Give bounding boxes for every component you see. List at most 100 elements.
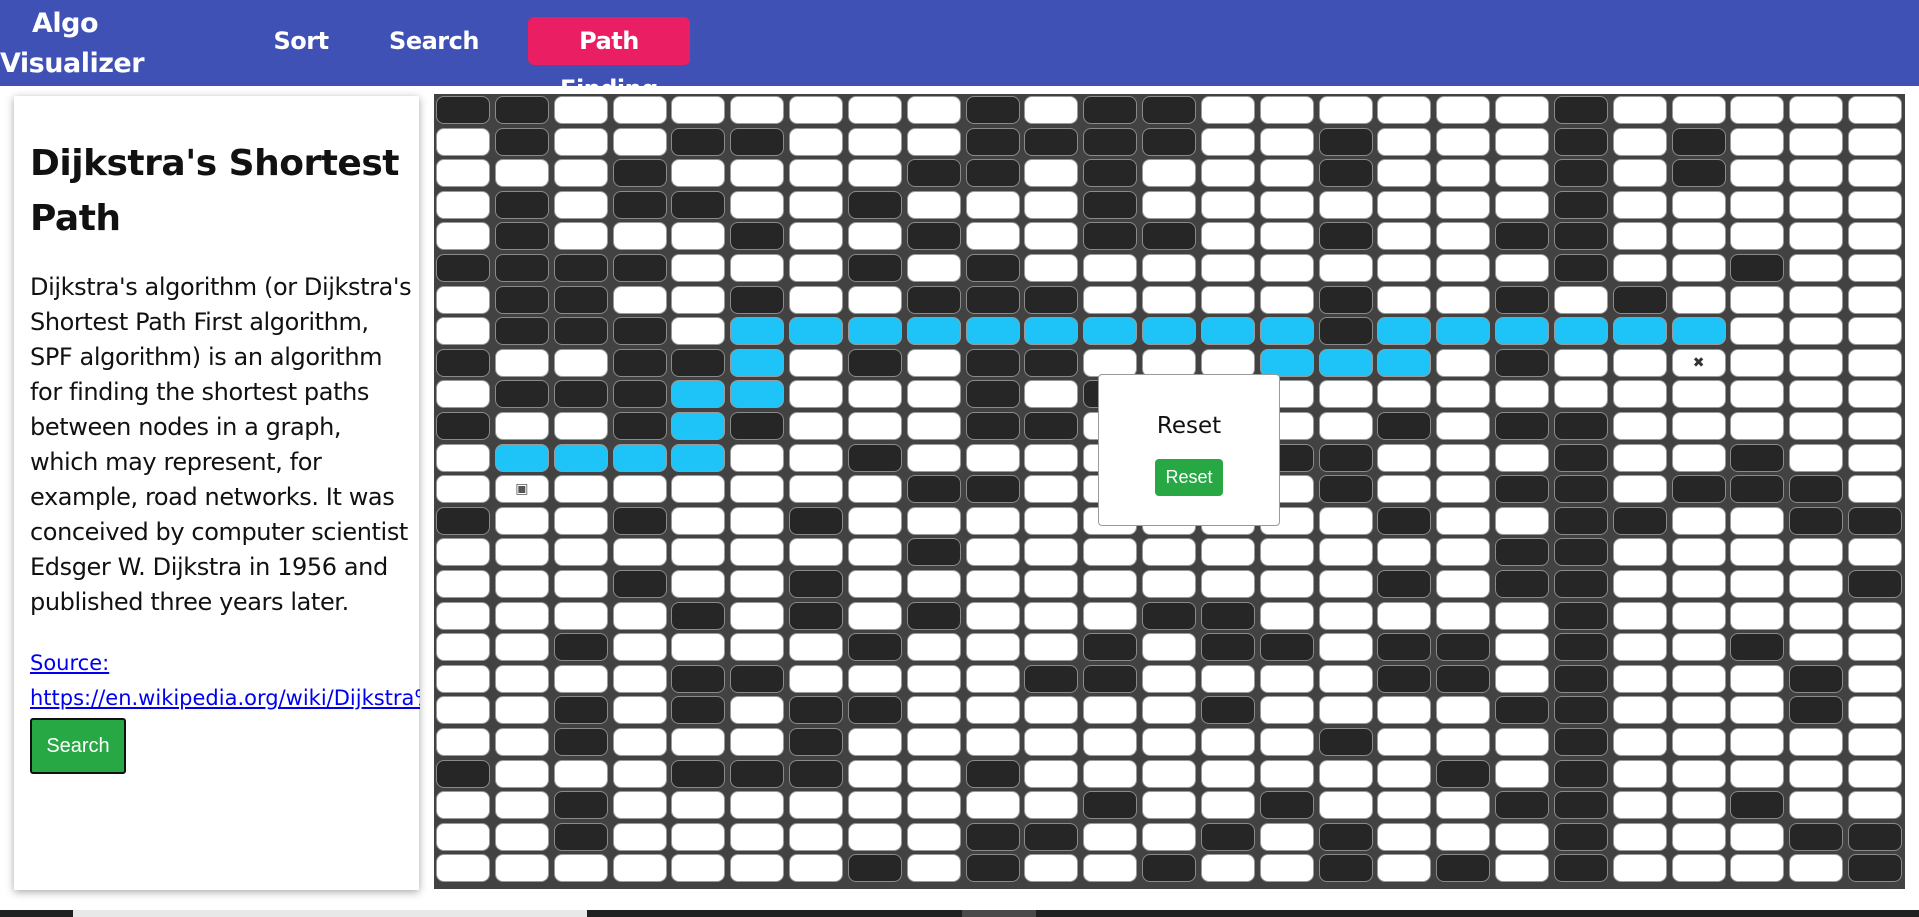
wall-cell[interactable] — [1436, 854, 1491, 883]
grid-cell[interactable] — [612, 222, 667, 251]
grid-cell[interactable] — [1848, 380, 1903, 409]
grid-cell[interactable] — [1377, 538, 1432, 567]
grid-cell[interactable] — [494, 822, 549, 851]
wall-cell[interactable] — [553, 791, 608, 820]
grid-cell[interactable] — [1142, 254, 1197, 282]
grid-cell[interactable] — [847, 412, 902, 440]
grid-cell[interactable] — [730, 728, 785, 756]
wall-cell[interactable] — [730, 222, 785, 251]
wall-cell[interactable] — [1553, 696, 1608, 725]
grid-cell[interactable] — [1789, 380, 1844, 409]
grid-cell[interactable] — [436, 822, 490, 851]
grid-cell[interactable] — [847, 380, 902, 409]
grid-cell[interactable] — [671, 822, 726, 851]
grid-cell[interactable] — [1436, 127, 1491, 156]
grid-cell[interactable] — [1318, 96, 1373, 124]
grid-cell[interactable] — [671, 317, 726, 346]
wall-cell[interactable] — [436, 348, 490, 377]
grid-cell[interactable] — [1612, 127, 1667, 156]
wall-cell[interactable] — [789, 728, 844, 756]
wall-cell[interactable] — [1377, 412, 1432, 440]
wall-cell[interactable] — [1318, 822, 1373, 851]
grid-cell[interactable] — [730, 633, 785, 662]
grid-cell[interactable] — [1848, 633, 1903, 662]
wall-cell[interactable] — [1553, 822, 1608, 851]
wall-cell[interactable] — [965, 348, 1020, 377]
wall-cell[interactable] — [1848, 854, 1903, 883]
grid-cell[interactable] — [1142, 633, 1197, 662]
grid-cell[interactable] — [1730, 348, 1785, 377]
path-cell[interactable] — [1377, 317, 1432, 346]
path-cell[interactable] — [1495, 317, 1550, 346]
grid-cell[interactable] — [1612, 728, 1667, 756]
grid-cell[interactable] — [1436, 254, 1491, 282]
grid-cell[interactable] — [553, 759, 608, 788]
grid-cell[interactable] — [1848, 96, 1903, 124]
grid-cell[interactable] — [1789, 127, 1844, 156]
grid-cell[interactable] — [789, 254, 844, 282]
grid-cell[interactable] — [671, 633, 726, 662]
grid-cell[interactable] — [1671, 285, 1726, 314]
path-cell[interactable] — [965, 317, 1020, 346]
grid-cell[interactable] — [671, 854, 726, 883]
wall-cell[interactable] — [1024, 412, 1079, 440]
path-cell[interactable] — [906, 317, 961, 346]
grid-cell[interactable] — [1377, 222, 1432, 251]
grid-cell[interactable] — [553, 664, 608, 693]
grid-cell[interactable] — [906, 791, 961, 820]
grid-cell[interactable] — [612, 285, 667, 314]
grid-cell[interactable] — [612, 759, 667, 788]
grid-cell[interactable] — [1142, 159, 1197, 188]
grid-cell[interactable] — [671, 570, 726, 598]
wall-cell[interactable] — [1259, 791, 1314, 820]
wall-cell[interactable] — [1495, 222, 1550, 251]
grid-cell[interactable] — [494, 633, 549, 662]
wall-cell[interactable] — [1789, 475, 1844, 504]
wall-cell[interactable] — [730, 664, 785, 693]
grid-cell[interactable] — [1789, 412, 1844, 440]
wall-cell[interactable] — [671, 759, 726, 788]
grid-cell[interactable] — [1259, 159, 1314, 188]
wall-cell[interactable] — [1200, 633, 1255, 662]
grid-cell[interactable] — [847, 601, 902, 630]
grid-cell[interactable] — [965, 443, 1020, 472]
grid-cell[interactable] — [1259, 728, 1314, 756]
wall-cell[interactable] — [847, 190, 902, 219]
grid-cell[interactable] — [436, 633, 490, 662]
wall-cell[interactable] — [1318, 222, 1373, 251]
wall-cell[interactable] — [1612, 285, 1667, 314]
grid-cell[interactable] — [1318, 791, 1373, 820]
grid-cell[interactable] — [1024, 601, 1079, 630]
path-cell[interactable] — [1553, 317, 1608, 346]
grid-cell[interactable] — [612, 538, 667, 567]
grid-cell[interactable] — [906, 96, 961, 124]
grid-cell[interactable] — [1142, 791, 1197, 820]
wall-cell[interactable] — [1142, 96, 1197, 124]
grid-cell[interactable] — [1259, 664, 1314, 693]
grid-cell[interactable] — [1024, 791, 1079, 820]
grid-cell[interactable] — [847, 127, 902, 156]
grid-cell[interactable] — [1318, 664, 1373, 693]
grid-cell[interactable] — [906, 348, 961, 377]
grid-cell[interactable] — [1142, 190, 1197, 219]
wall-cell[interactable] — [1436, 759, 1491, 788]
grid-cell[interactable] — [1612, 348, 1667, 377]
grid-cell[interactable] — [789, 633, 844, 662]
grid-cell[interactable] — [1671, 380, 1726, 409]
grid-cell[interactable] — [1671, 664, 1726, 693]
grid-cell[interactable] — [730, 570, 785, 598]
wall-cell[interactable] — [1377, 570, 1432, 598]
grid-cell[interactable] — [1848, 791, 1903, 820]
path-cell[interactable] — [671, 380, 726, 409]
grid-cell[interactable] — [1495, 159, 1550, 188]
wall-cell[interactable] — [436, 96, 490, 124]
wall-cell[interactable] — [436, 759, 490, 788]
grid-cell[interactable] — [1495, 506, 1550, 535]
grid-cell[interactable] — [436, 728, 490, 756]
grid-cell[interactable] — [1612, 254, 1667, 282]
grid-cell[interactable] — [612, 696, 667, 725]
grid-cell[interactable] — [965, 696, 1020, 725]
grid-cell[interactable] — [1024, 570, 1079, 598]
grid-cell[interactable] — [612, 633, 667, 662]
wall-cell[interactable] — [1436, 664, 1491, 693]
